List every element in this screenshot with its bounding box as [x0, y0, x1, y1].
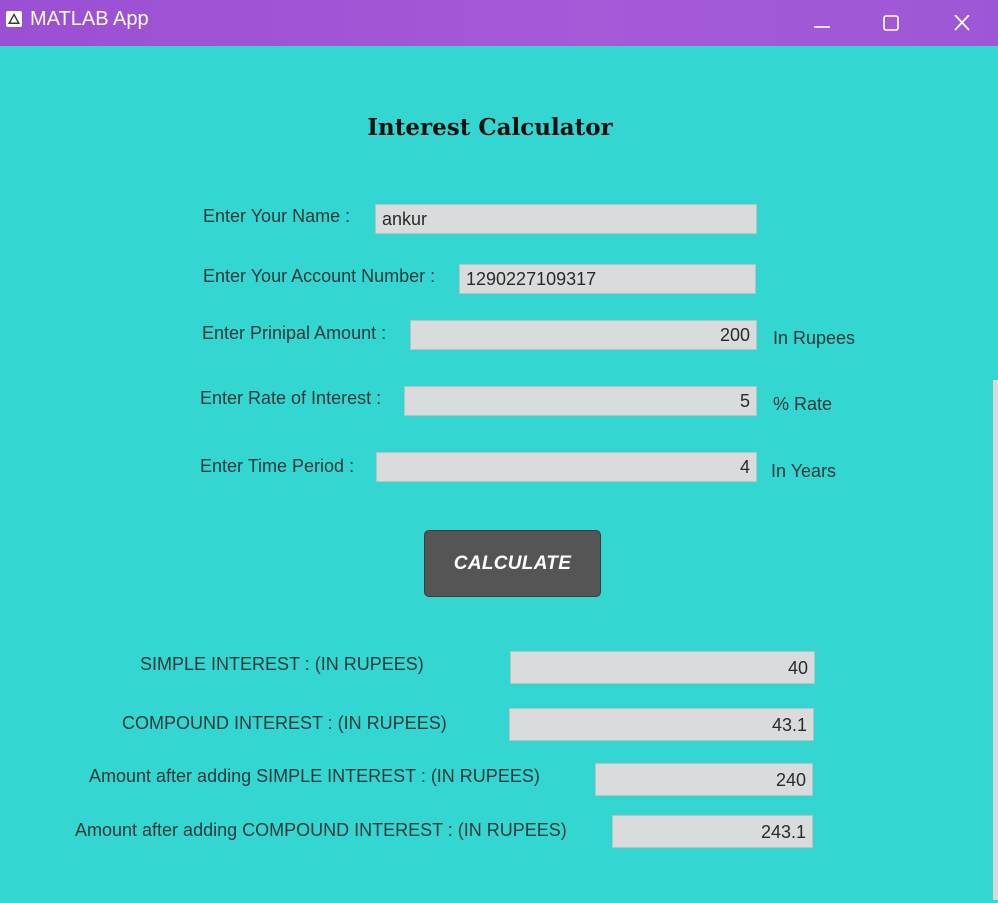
page-title: Interest Calculator	[367, 114, 613, 141]
simple-interest-output: 40	[510, 651, 815, 684]
minimize-button[interactable]	[802, 8, 842, 38]
rate-input[interactable]	[404, 386, 757, 416]
name-input[interactable]	[375, 204, 757, 234]
app-window: MATLAB App Interest Calculator Enter You…	[0, 0, 998, 903]
name-label: Enter Your Name :	[203, 206, 351, 226]
app-panel: Interest Calculator Enter Your Name : En…	[0, 46, 998, 903]
amount-simple-label: Amount after adding SIMPLE INTEREST : (I…	[89, 766, 540, 786]
maximize-icon	[883, 15, 899, 31]
amount-simple-output: 240	[595, 763, 813, 796]
principal-input[interactable]	[410, 320, 757, 350]
window-title: MATLAB App	[30, 8, 149, 30]
time-input[interactable]	[376, 452, 757, 482]
amount-compound-output: 243.1	[612, 815, 813, 848]
close-icon	[954, 15, 970, 31]
time-unit-label: In Years	[771, 461, 837, 481]
compound-interest-output: 43.1	[509, 708, 814, 741]
calculate-button[interactable]: CALCULATE	[424, 530, 601, 597]
time-label: Enter Time Period :	[200, 456, 355, 476]
compound-interest-label: COMPOUND INTEREST : (IN RUPEES)	[122, 713, 447, 733]
close-button[interactable]	[942, 8, 982, 38]
title-bar[interactable]: MATLAB App	[0, 0, 998, 46]
amount-compound-label: Amount after adding COMPOUND INTEREST : …	[75, 820, 567, 840]
window-edge	[993, 380, 998, 900]
account-number-input[interactable]	[459, 264, 756, 294]
maximize-button[interactable]	[871, 8, 911, 38]
principal-unit-label: In Rupees	[773, 328, 856, 348]
rate-label: Enter Rate of Interest :	[200, 388, 382, 408]
minimize-icon	[814, 26, 830, 28]
principal-label: Enter Prinipal Amount :	[202, 323, 387, 343]
simple-interest-label: SIMPLE INTEREST : (IN RUPEES)	[140, 654, 424, 674]
account-number-label: Enter Your Account Number :	[203, 266, 436, 286]
rate-unit-label: % Rate	[773, 394, 833, 414]
matlab-icon	[6, 11, 22, 27]
